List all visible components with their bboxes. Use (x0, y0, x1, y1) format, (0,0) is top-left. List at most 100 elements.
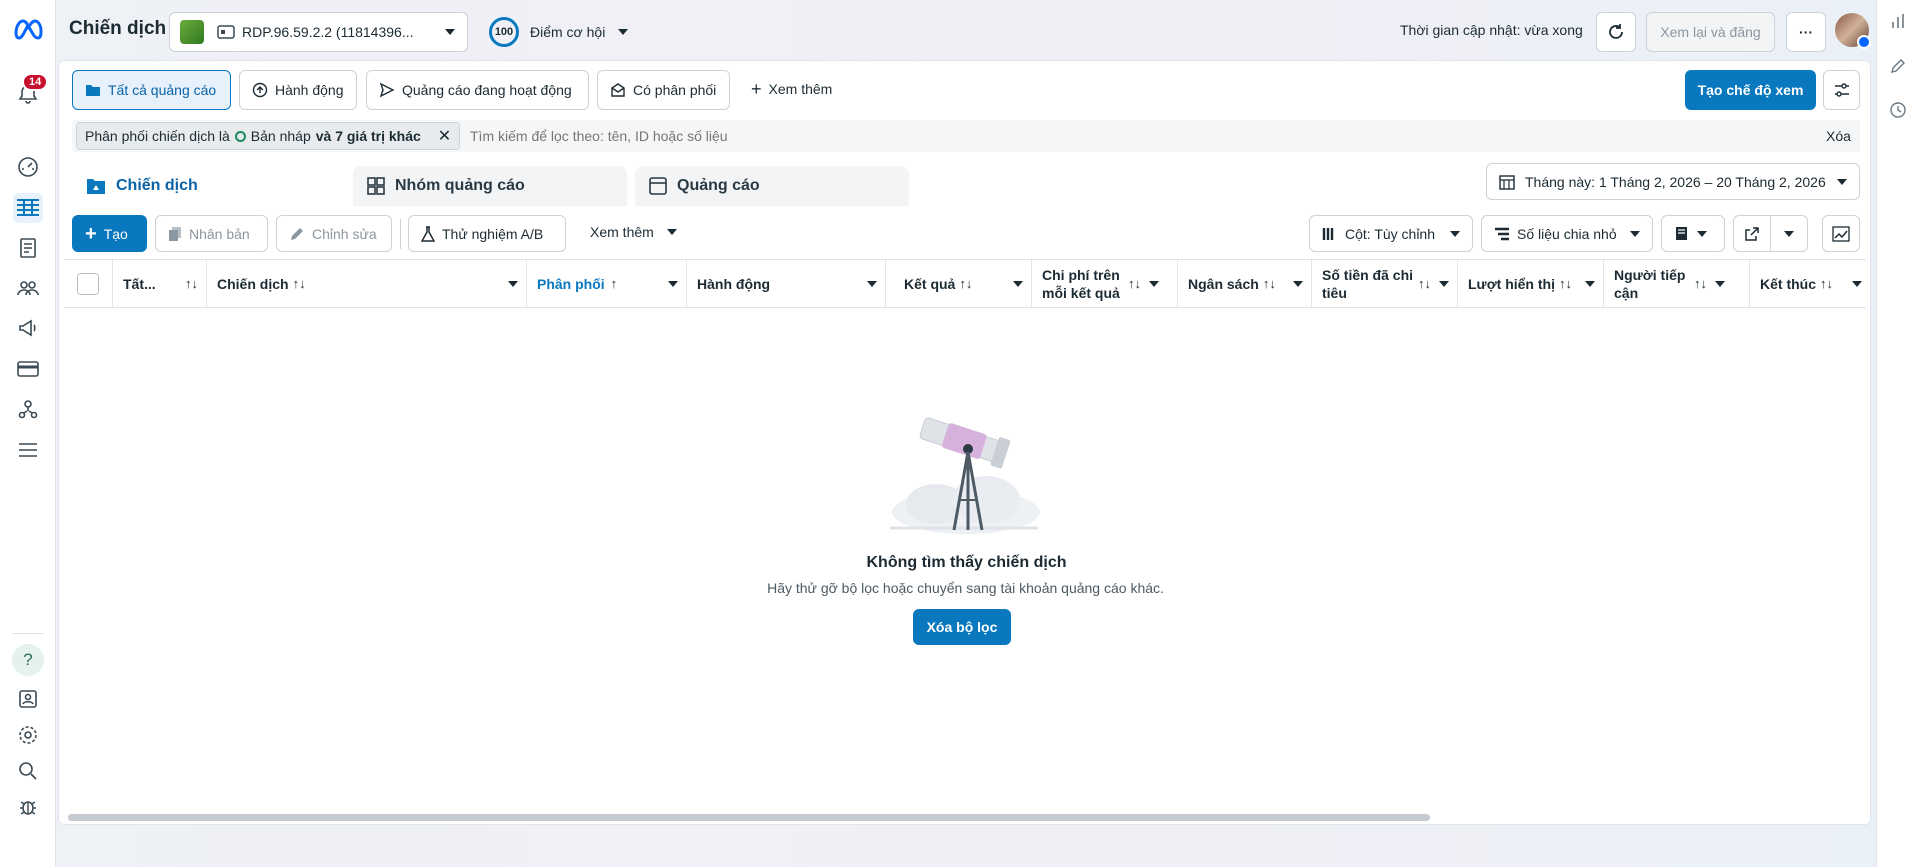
column-header-end[interactable]: Kết thúc ↑↓ (1750, 260, 1866, 307)
table-header-border (64, 307, 1866, 308)
insights-chart-icon[interactable] (1889, 12, 1907, 30)
column-header-delivery[interactable]: Phân phối ↑ (527, 260, 687, 307)
dashboard-gauge-icon[interactable] (13, 152, 43, 182)
column-menu-chevron-icon[interactable] (1715, 280, 1725, 287)
see-more-filters-button[interactable]: + Xem thêm (751, 80, 832, 98)
chevron-down-icon (1630, 230, 1640, 237)
ad-window-icon (649, 177, 667, 195)
edit-pencil-icon[interactable] (1889, 57, 1907, 75)
clear-filters-link[interactable]: Xóa (1826, 128, 1851, 144)
tab-ads[interactable]: Quảng cáo (635, 166, 909, 206)
sort-icon[interactable]: ↑↓ (1263, 276, 1285, 291)
column-menu-chevron-icon[interactable] (1149, 280, 1159, 287)
sort-icon[interactable]: ↑↓ (959, 276, 1005, 291)
horizontal-scrollbar[interactable] (68, 814, 1430, 821)
sort-icon[interactable]: ↑↓ (1820, 276, 1844, 291)
active-ads-filter[interactable]: Quảng cáo đang hoạt động (366, 70, 589, 110)
column-header-reach[interactable]: Người tiếp cận ↑↓ (1604, 260, 1750, 307)
create-view-button[interactable]: Tạo chế độ xem (1685, 70, 1816, 110)
sort-icon[interactable]: ↑↓ (293, 276, 500, 291)
reports-icon[interactable] (13, 233, 43, 263)
user-avatar[interactable] (1835, 13, 1871, 49)
notifications-bell-icon[interactable]: 14 (13, 73, 49, 109)
column-header-actions[interactable]: Hành động (687, 260, 886, 307)
columns-selector[interactable]: Cột: Tùy chỉnh (1309, 215, 1473, 252)
column-header-campaign[interactable]: Chiến dịch ↑↓ (207, 260, 527, 307)
columns-icon (1322, 227, 1334, 240)
settings-gear-icon[interactable] (13, 720, 43, 750)
refresh-button[interactable] (1596, 12, 1636, 52)
column-menu-chevron-icon[interactable] (668, 280, 678, 287)
tab-campaigns[interactable]: Chiến dịch (72, 164, 346, 208)
ad-account-selector[interactable]: RDP.96.59.2.2 (11814396... (169, 12, 468, 52)
column-header-results[interactable]: Kết quả ↑↓ (886, 260, 1032, 307)
duplicate-button[interactable]: Nhân bản (155, 215, 268, 252)
create-button[interactable]: + Tạo (72, 215, 147, 252)
left-navigation: 14 ? (0, 0, 56, 867)
toolbar-divider (400, 219, 401, 249)
column-header-amount-spent[interactable]: Số tiền đã chi tiêu ↑↓ (1312, 260, 1458, 307)
export-dropdown[interactable] (1770, 215, 1808, 252)
charts-button[interactable] (1822, 215, 1860, 252)
arrow-circle-icon (252, 82, 268, 98)
facebook-badge-icon (1857, 35, 1871, 49)
date-range-picker[interactable]: Tháng này: 1 Tháng 2, 2026 – 20 Tháng 2,… (1486, 163, 1860, 200)
meta-logo-icon[interactable] (12, 16, 44, 42)
megaphone-icon[interactable] (13, 313, 43, 343)
opportunity-score-button[interactable]: 100 Điểm cơ hội (489, 17, 636, 47)
duplicate-icon (169, 226, 181, 241)
account-name: RDP.96.59.2.2 (11814396... (242, 24, 414, 40)
breakdown-selector[interactable]: Số liệu chia nhỏ (1481, 215, 1653, 252)
column-menu-chevron-icon[interactable] (1852, 280, 1862, 287)
audiences-icon[interactable] (13, 273, 43, 303)
column-menu-chevron-icon[interactable] (867, 280, 877, 287)
sort-ascending-icon[interactable]: ↑ (611, 276, 660, 291)
filter-search-input[interactable] (470, 122, 1820, 150)
column-header-toggle[interactable]: Tất... ↑↓ (113, 260, 207, 307)
chevron-down-icon (618, 29, 629, 35)
column-menu-chevron-icon[interactable] (1585, 280, 1595, 287)
ab-test-button[interactable]: Thử nghiệm A/B (408, 215, 566, 252)
sort-icon[interactable]: ↑↓ (1128, 276, 1141, 291)
help-icon[interactable]: ? (12, 644, 44, 676)
more-options-button[interactable]: ··· (1786, 12, 1826, 52)
select-all-column (64, 260, 113, 307)
filter-chip[interactable]: Phân phối chiến dịch là Bản nháp và 7 gi… (76, 122, 461, 150)
edit-button[interactable]: Chỉnh sửa (276, 215, 392, 252)
business-settings-icon[interactable] (13, 394, 43, 424)
account-avatar (180, 20, 204, 44)
all-ads-filter[interactable]: Tất cả quảng cáo (72, 70, 231, 110)
bug-report-icon[interactable] (13, 792, 43, 822)
pencil-icon (291, 227, 303, 240)
campaigns-table-icon[interactable] (13, 193, 43, 223)
column-menu-chevron-icon[interactable] (508, 280, 518, 287)
empty-state-title: Không tìm thấy chiến dịch (866, 554, 1067, 571)
calendar-icon (1499, 174, 1515, 190)
sort-icon[interactable]: ↑↓ (1694, 276, 1707, 291)
history-clock-icon[interactable] (1889, 101, 1907, 119)
view-settings-button[interactable] (1823, 70, 1860, 110)
reports-dropdown[interactable] (1661, 215, 1725, 252)
column-menu-chevron-icon[interactable] (1439, 280, 1449, 287)
column-header-impressions[interactable]: Lượt hiển thị ↑↓ (1458, 260, 1604, 307)
select-all-checkbox[interactable] (77, 272, 99, 295)
sort-icon[interactable]: ↑↓ (185, 276, 198, 291)
column-header-budget[interactable]: Ngân sách ↑↓ (1178, 260, 1312, 307)
column-menu-chevron-icon[interactable] (1293, 280, 1303, 287)
column-header-cost-per-result[interactable]: Chi phí trên mỗi kết quả ↑↓ (1032, 260, 1178, 307)
with-delivery-filter[interactable]: Có phân phối (597, 70, 730, 110)
review-and-publish-button[interactable]: Xem lại và đăng (1646, 12, 1775, 52)
export-button[interactable] (1733, 215, 1771, 252)
remove-filter-close-icon[interactable]: ✕ (438, 126, 451, 146)
clear-filters-button[interactable]: Xóa bộ lọc (913, 609, 1011, 645)
column-menu-chevron-icon[interactable] (1013, 280, 1023, 287)
sort-icon[interactable]: ↑↓ (1559, 276, 1577, 291)
billing-card-icon[interactable] (13, 354, 43, 384)
toolbar-more-button[interactable]: Xem thêm (590, 224, 685, 240)
actions-filter[interactable]: Hành động (239, 70, 357, 110)
search-icon[interactable] (13, 756, 43, 786)
all-tools-menu-icon[interactable] (13, 435, 43, 465)
ad-account-icon[interactable] (13, 684, 43, 714)
tab-ad-sets[interactable]: Nhóm quảng cáo (353, 166, 627, 206)
sort-icon[interactable]: ↑↓ (1418, 276, 1431, 291)
